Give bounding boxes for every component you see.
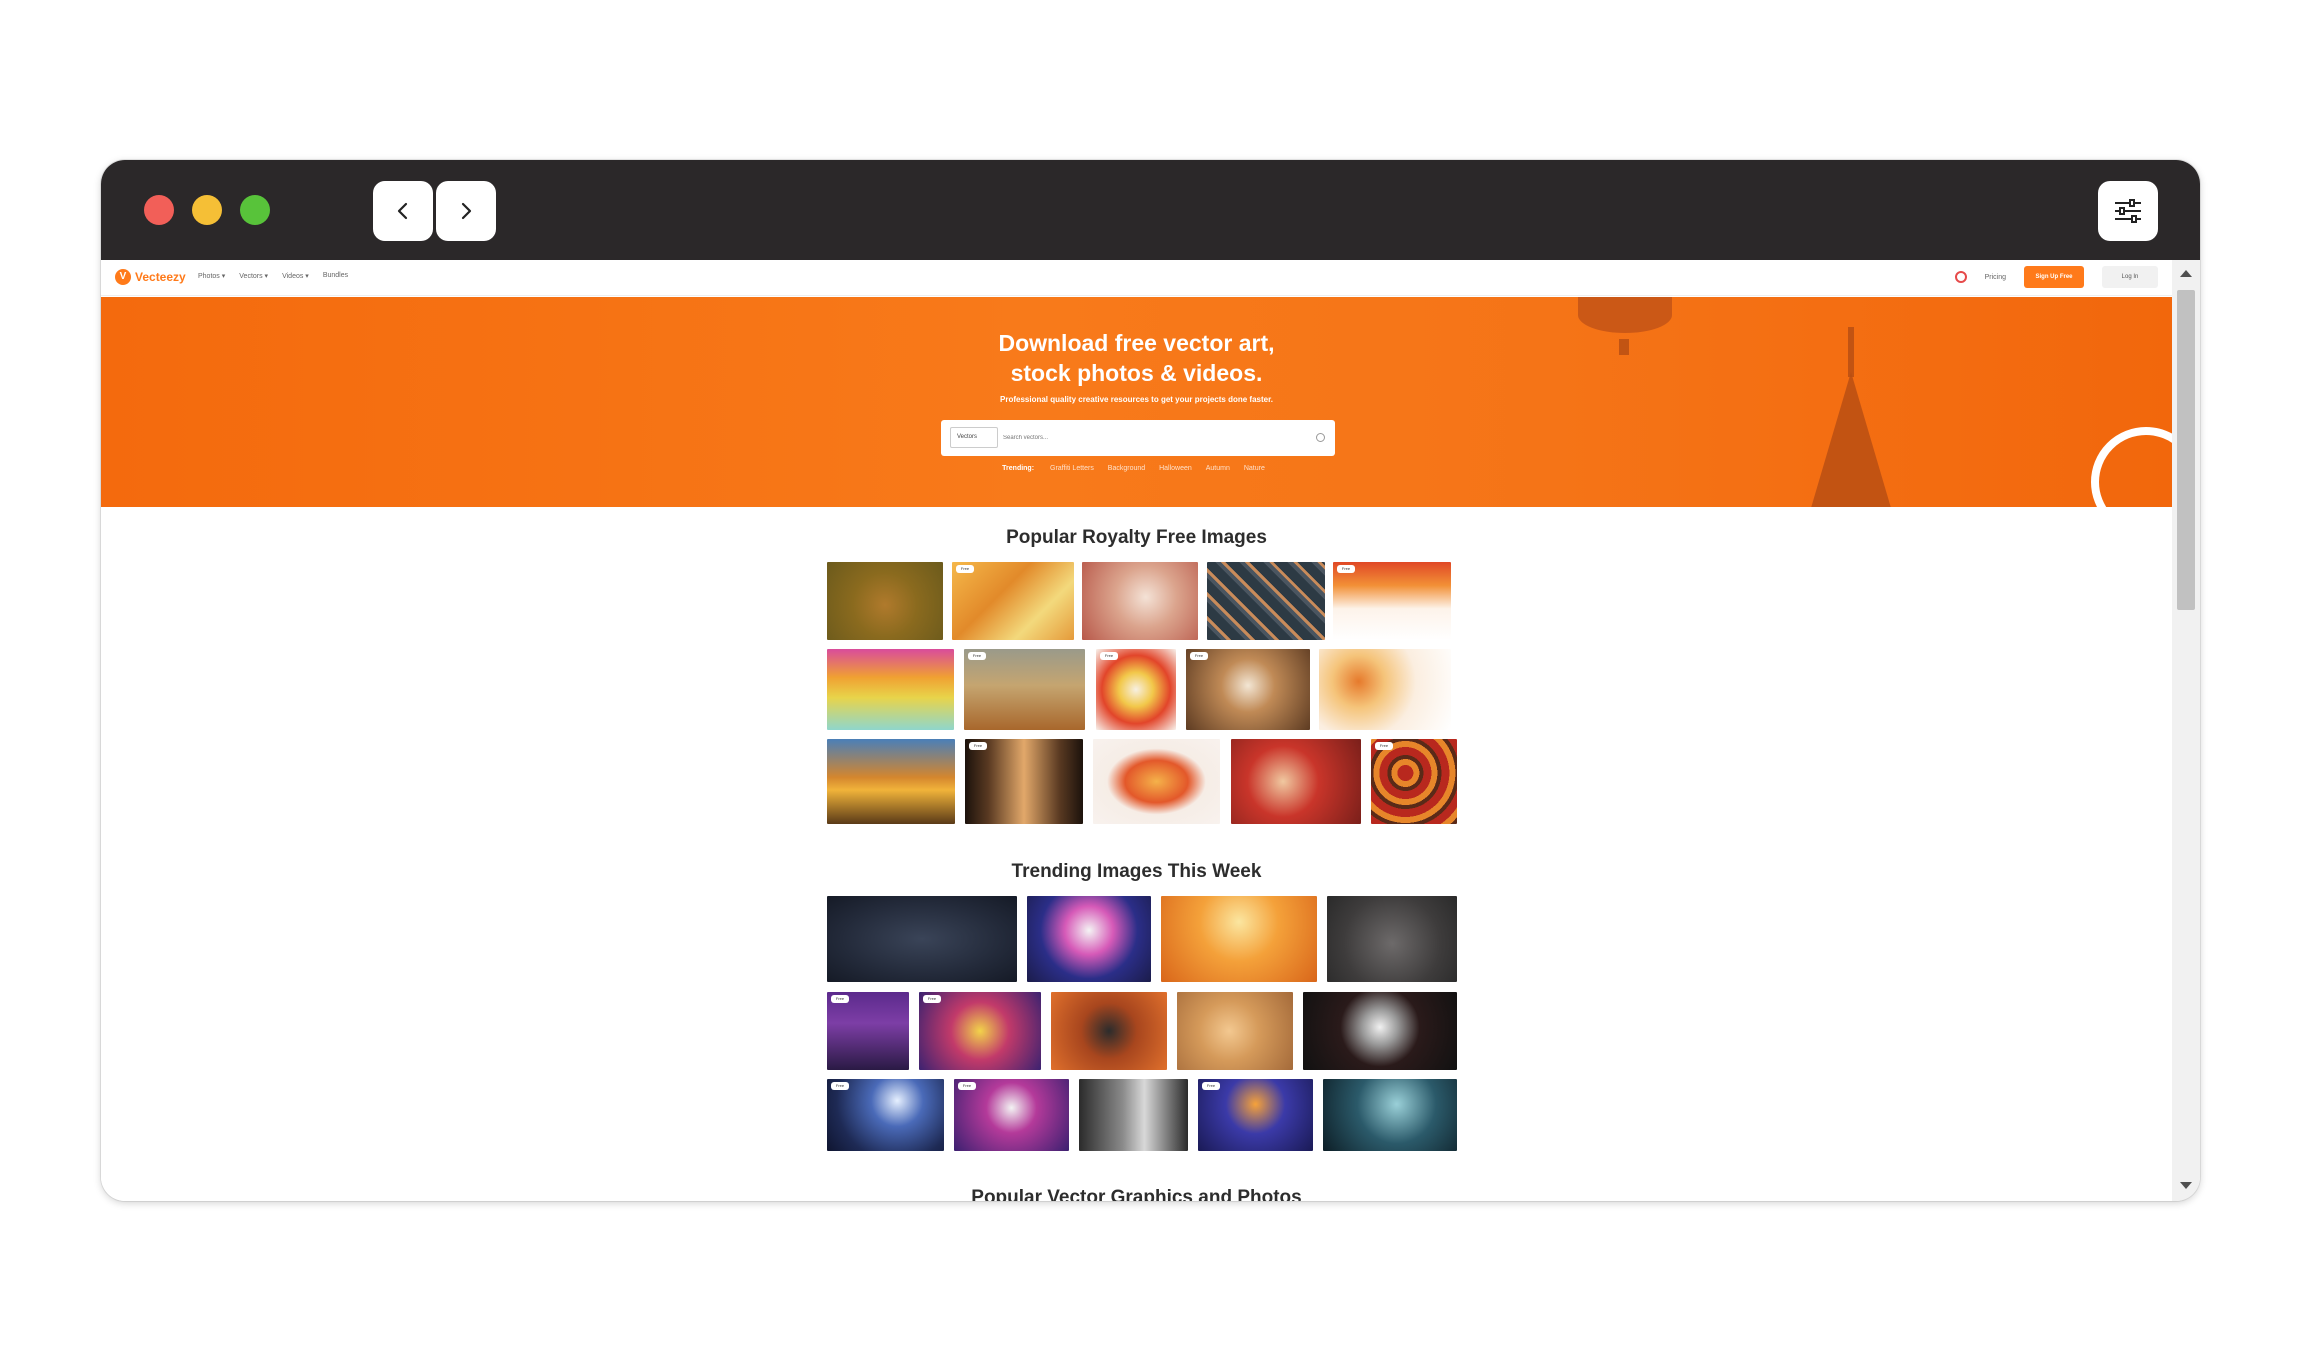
scrollbar-thumb[interactable]	[2177, 290, 2195, 610]
image-thumbnail[interactable]	[1177, 992, 1293, 1070]
image-thumbnail[interactable]: Free	[1186, 649, 1310, 730]
image-thumbnail[interactable]	[1093, 739, 1220, 824]
settings-button[interactable]	[2098, 181, 2158, 241]
image-thumbnail[interactable]	[1231, 739, 1361, 824]
search-bar: Vectors	[941, 420, 1335, 456]
nav-vectors[interactable]: Vectors ▾	[239, 272, 268, 280]
image-thumbnail[interactable]	[1027, 896, 1151, 982]
hero-banner: Download free vector art, stock photos &…	[101, 297, 2172, 507]
vertical-scrollbar[interactable]	[2172, 260, 2200, 1201]
free-badge: Free	[1337, 565, 1355, 573]
nav-bundles[interactable]: Bundles	[323, 272, 348, 280]
nav-photos[interactable]: Photos ▾	[198, 272, 225, 280]
scroll-up-icon[interactable]	[2180, 270, 2192, 277]
trending-term[interactable]: Halloween	[1159, 465, 1192, 472]
image-thumbnail[interactable]	[1082, 562, 1198, 640]
image-thumbnail[interactable]: Free	[919, 992, 1041, 1070]
image-thumbnail[interactable]	[1303, 992, 1457, 1070]
logo-icon: V	[115, 269, 131, 285]
scroll-down-icon[interactable]	[2180, 1182, 2192, 1189]
signup-button[interactable]: Sign Up Free	[2024, 266, 2084, 288]
image-thumbnail[interactable]: Free	[827, 1079, 944, 1151]
chevron-right-icon	[461, 202, 472, 220]
trending-term[interactable]: Autumn	[1206, 465, 1230, 472]
free-badge: Free	[831, 1082, 849, 1090]
trending-label: Trending:	[1002, 465, 1035, 472]
free-badge: Free	[1375, 742, 1393, 750]
back-button[interactable]	[373, 181, 433, 241]
web-viewport: V Vecteezy Photos ▾ Vectors ▾ Videos ▾ B…	[101, 260, 2172, 1201]
header-actions: Pricing Sign Up Free Log In	[1954, 266, 2158, 288]
globe-icon[interactable]	[1954, 271, 1967, 283]
vector-section-title: Popular Vector Graphics and Photos	[971, 1187, 1302, 1201]
login-button[interactable]: Log In	[2102, 266, 2158, 288]
trending-term[interactable]: Background	[1108, 465, 1145, 472]
hero-title-line1: Download free vector art,	[998, 330, 1275, 356]
nav-videos[interactable]: Videos ▾	[282, 272, 309, 280]
image-thumbnail[interactable]	[827, 739, 955, 824]
image-thumbnail[interactable]	[827, 896, 1017, 982]
search-icon[interactable]	[1316, 433, 1325, 442]
chevron-left-icon	[397, 202, 408, 220]
search-input[interactable]	[1003, 427, 1303, 448]
free-badge: Free	[969, 742, 987, 750]
pricing-link[interactable]: Pricing	[1985, 274, 2006, 281]
image-thumbnail[interactable]	[1327, 896, 1457, 982]
image-thumbnail[interactable]: Free	[964, 649, 1085, 730]
free-badge: Free	[1190, 652, 1208, 660]
hero-subtitle: Professional quality creative resources …	[1000, 395, 1273, 404]
title-bar	[101, 160, 2200, 260]
forward-button[interactable]	[436, 181, 496, 241]
image-thumbnail[interactable]: Free	[827, 992, 909, 1070]
trending-terms: Trending: Graffiti Letters Background Ha…	[101, 465, 2172, 472]
image-thumbnail[interactable]: Free	[1198, 1079, 1313, 1151]
image-thumbnail[interactable]: Free	[1096, 649, 1176, 730]
site-header: V Vecteezy Photos ▾ Vectors ▾ Videos ▾ B…	[101, 260, 2172, 296]
image-thumbnail[interactable]	[1161, 896, 1317, 982]
trending-term[interactable]: Graffiti Letters	[1050, 465, 1094, 472]
image-thumbnail[interactable]	[1319, 649, 1451, 730]
maximize-window-button[interactable]	[240, 195, 270, 225]
popular-section-title: Popular Royalty Free Images	[1006, 527, 1267, 548]
logo-text: Vecteezy	[135, 270, 186, 284]
image-thumbnail[interactable]	[1207, 562, 1325, 640]
free-badge: Free	[968, 652, 986, 660]
hero-title-line2: stock photos & videos.	[1010, 360, 1263, 386]
free-badge: Free	[1202, 1082, 1220, 1090]
image-thumbnail[interactable]	[1323, 1079, 1457, 1151]
minimize-window-button[interactable]	[192, 195, 222, 225]
hero-title: Download free vector art, stock photos &…	[101, 328, 2172, 388]
free-badge: Free	[1100, 652, 1118, 660]
image-thumbnail[interactable]	[1079, 1079, 1188, 1151]
top-nav: Photos ▾ Vectors ▾ Videos ▾ Bundles	[198, 272, 348, 280]
search-type-select[interactable]: Vectors	[950, 427, 998, 448]
free-badge: Free	[831, 995, 849, 1003]
free-badge: Free	[923, 995, 941, 1003]
image-thumbnail[interactable]	[1051, 992, 1167, 1070]
image-thumbnail[interactable]	[827, 562, 943, 640]
image-thumbnail[interactable]: Free	[954, 1079, 1069, 1151]
free-badge: Free	[958, 1082, 976, 1090]
image-thumbnail[interactable]: Free	[1371, 739, 1457, 824]
site-logo[interactable]: V Vecteezy	[115, 269, 186, 285]
tower-shape	[1811, 372, 1891, 507]
trending-term[interactable]: Nature	[1244, 465, 1265, 472]
image-thumbnail[interactable]: Free	[1333, 562, 1451, 640]
close-window-button[interactable]	[144, 195, 174, 225]
trending-section-title: Trending Images This Week	[1011, 861, 1262, 882]
browser-window: V Vecteezy Photos ▾ Vectors ▾ Videos ▾ B…	[101, 160, 2200, 1201]
image-thumbnail[interactable]: Free	[965, 739, 1083, 824]
image-thumbnail[interactable]	[827, 649, 954, 730]
sliders-icon	[2115, 199, 2141, 223]
image-thumbnail[interactable]: Free	[952, 562, 1074, 640]
free-badge: Free	[956, 565, 974, 573]
